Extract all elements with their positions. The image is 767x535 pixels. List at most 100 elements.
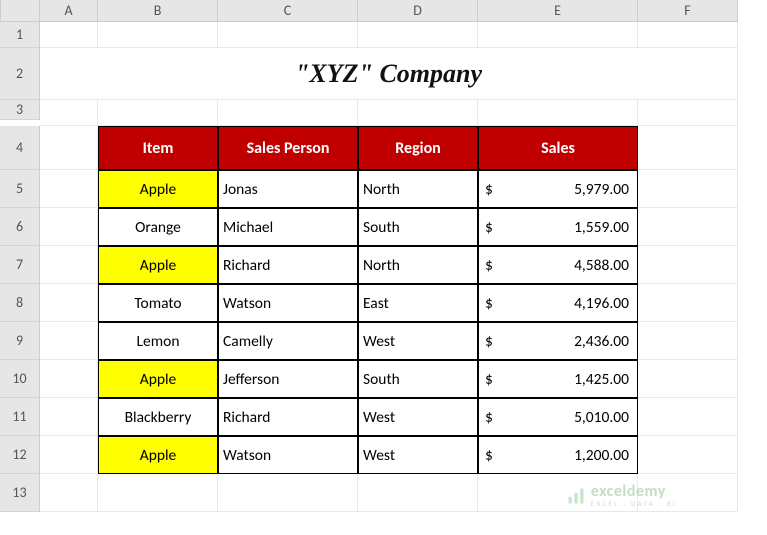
- cell-F4[interactable]: [638, 126, 738, 170]
- cell-salesperson[interactable]: Watson: [218, 436, 358, 474]
- cell-region[interactable]: South: [358, 360, 478, 398]
- cell-item[interactable]: Tomato: [98, 284, 218, 322]
- cell-salesperson[interactable]: Michael: [218, 208, 358, 246]
- sales-amount: 4,196.00: [574, 294, 629, 313]
- row-header-11[interactable]: 11: [0, 398, 40, 436]
- row-header-9[interactable]: 9: [0, 322, 40, 360]
- cell-salesperson[interactable]: Camelly: [218, 322, 358, 360]
- cell-salesperson[interactable]: Jefferson: [218, 360, 358, 398]
- sales-amount: 2,436.00: [574, 332, 629, 351]
- cell-region[interactable]: North: [358, 246, 478, 284]
- cell-D1[interactable]: [358, 22, 478, 48]
- row-header-13[interactable]: 13: [0, 474, 40, 512]
- cell-C3[interactable]: [218, 100, 358, 126]
- cell-F12[interactable]: [638, 436, 738, 474]
- cell-A12[interactable]: [40, 436, 98, 474]
- cell-A3[interactable]: [40, 100, 98, 126]
- col-header-C[interactable]: C: [218, 0, 358, 22]
- sales-amount: 1,200.00: [574, 446, 629, 465]
- page-title[interactable]: "XYZ" Company: [40, 48, 738, 100]
- cell-B1[interactable]: [98, 22, 218, 48]
- row-header-7[interactable]: 7: [0, 246, 40, 284]
- cell-salesperson[interactable]: Watson: [218, 284, 358, 322]
- cell-item[interactable]: Orange: [98, 208, 218, 246]
- cell-A9[interactable]: [40, 322, 98, 360]
- cell-sales[interactable]: $4,196.00: [478, 284, 638, 322]
- cell-A10[interactable]: [40, 360, 98, 398]
- table-header-sales[interactable]: Sales: [478, 126, 638, 170]
- cell-F1[interactable]: [638, 22, 738, 48]
- col-header-D[interactable]: D: [358, 0, 478, 22]
- cell-F7[interactable]: [638, 246, 738, 284]
- table-header-item[interactable]: Item: [98, 126, 218, 170]
- cell-region[interactable]: East: [358, 284, 478, 322]
- col-header-A[interactable]: A: [40, 0, 98, 22]
- cell-C13[interactable]: [218, 474, 358, 512]
- cell-F9[interactable]: [638, 322, 738, 360]
- cell-region[interactable]: West: [358, 436, 478, 474]
- cell-D3[interactable]: [358, 100, 478, 126]
- cell-D13[interactable]: [358, 474, 478, 512]
- cell-F5[interactable]: [638, 170, 738, 208]
- cell-item[interactable]: Apple: [98, 246, 218, 284]
- row-header-2[interactable]: 2: [0, 48, 40, 100]
- cell-A8[interactable]: [40, 284, 98, 322]
- cell-A6[interactable]: [40, 208, 98, 246]
- table-header-salesperson[interactable]: Sales Person: [218, 126, 358, 170]
- col-header-B[interactable]: B: [98, 0, 218, 22]
- cell-A1[interactable]: [40, 22, 98, 48]
- cell-F11[interactable]: [638, 398, 738, 436]
- sales-amount: 5,979.00: [574, 180, 629, 199]
- cell-F8[interactable]: [638, 284, 738, 322]
- currency-symbol: $: [485, 218, 493, 237]
- cell-sales[interactable]: $1,200.00: [478, 436, 638, 474]
- sales-amount: 4,588.00: [574, 256, 629, 275]
- cell-sales[interactable]: $5,010.00: [478, 398, 638, 436]
- cell-B13[interactable]: [98, 474, 218, 512]
- cell-F3[interactable]: [638, 100, 738, 126]
- cell-salesperson[interactable]: Jonas: [218, 170, 358, 208]
- cell-item[interactable]: Lemon: [98, 322, 218, 360]
- cell-region[interactable]: South: [358, 208, 478, 246]
- cell-C1[interactable]: [218, 22, 358, 48]
- cell-F6[interactable]: [638, 208, 738, 246]
- cell-B3[interactable]: [98, 100, 218, 126]
- row-header-1[interactable]: 1: [0, 22, 40, 48]
- col-header-E[interactable]: E: [478, 0, 638, 22]
- cell-item[interactable]: Apple: [98, 170, 218, 208]
- row-header-4[interactable]: 4: [0, 126, 40, 170]
- cell-A11[interactable]: [40, 398, 98, 436]
- cell-item[interactable]: Blackberry: [98, 398, 218, 436]
- currency-symbol: $: [485, 370, 493, 389]
- cell-E3[interactable]: [478, 100, 638, 126]
- cell-item[interactable]: Apple: [98, 436, 218, 474]
- row-header-3[interactable]: 3: [0, 100, 40, 120]
- row-header-6[interactable]: 6: [0, 208, 40, 246]
- cell-A4[interactable]: [40, 126, 98, 170]
- cell-salesperson[interactable]: Richard: [218, 246, 358, 284]
- cell-A5[interactable]: [40, 170, 98, 208]
- cell-item[interactable]: Apple: [98, 360, 218, 398]
- cell-F10[interactable]: [638, 360, 738, 398]
- watermark: exceldemy EXCEL · DATA · BI: [566, 484, 677, 507]
- row-header-5[interactable]: 5: [0, 170, 40, 208]
- col-header-F[interactable]: F: [638, 0, 738, 22]
- select-all-corner[interactable]: [0, 0, 40, 22]
- cell-region[interactable]: North: [358, 170, 478, 208]
- currency-symbol: $: [485, 446, 493, 465]
- row-header-8[interactable]: 8: [0, 284, 40, 322]
- cell-A13[interactable]: [40, 474, 98, 512]
- cell-region[interactable]: West: [358, 398, 478, 436]
- cell-region[interactable]: West: [358, 322, 478, 360]
- table-header-region[interactable]: Region: [358, 126, 478, 170]
- cell-sales[interactable]: $2,436.00: [478, 322, 638, 360]
- cell-E1[interactable]: [478, 22, 638, 48]
- cell-sales[interactable]: $5,979.00: [478, 170, 638, 208]
- cell-sales[interactable]: $4,588.00: [478, 246, 638, 284]
- cell-sales[interactable]: $1,559.00: [478, 208, 638, 246]
- row-header-10[interactable]: 10: [0, 360, 40, 398]
- cell-salesperson[interactable]: Richard: [218, 398, 358, 436]
- row-header-12[interactable]: 12: [0, 436, 40, 474]
- cell-sales[interactable]: $1,425.00: [478, 360, 638, 398]
- cell-A7[interactable]: [40, 246, 98, 284]
